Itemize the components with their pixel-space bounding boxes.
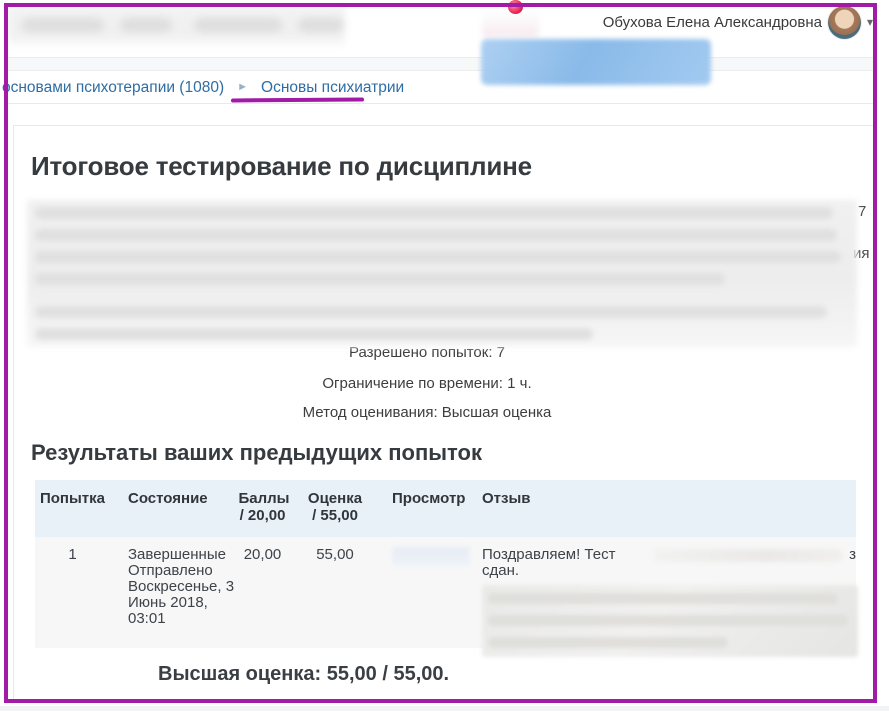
breadcrumb: основами психотерапии (1080) ► Основы псих… <box>2 79 404 97</box>
blurred-nav-menu[interactable] <box>8 5 345 45</box>
page-title: Итоговое тестирование по дисциплине <box>31 151 532 182</box>
sub-header-band <box>8 58 874 71</box>
results-heading: Результаты ваших предыдущих попыток <box>31 440 482 466</box>
blurred-review-link[interactable] <box>392 547 470 566</box>
description-fragment: 7 <box>858 203 866 220</box>
cell-feedback: Поздравляем! Тест сдан. з <box>470 537 856 648</box>
blurred-notifications-button[interactable] <box>482 9 539 37</box>
column-header-state: Состояние <box>110 480 235 537</box>
blurred-description <box>27 200 857 347</box>
feedback-text: Поздравляем! Тест сдан. <box>482 547 645 579</box>
attempts-table: Попытка Состояние Баллы / 20,00 Оценка /… <box>35 480 856 648</box>
quiz-info-grading-method: Метод оценивания: Высшая оценка <box>27 404 827 421</box>
blurred-feedback-block <box>482 585 858 657</box>
column-header-attempt: Попытка <box>35 480 110 537</box>
cell-attempt-number: 1 <box>35 537 110 648</box>
blurred-popup <box>481 39 711 85</box>
bottom-strip <box>0 706 889 711</box>
user-menu-name[interactable]: Обухова Елена Александровна <box>600 14 822 31</box>
cell-marks: 20,00 <box>235 537 290 648</box>
column-header-grade: Оценка / 55,00 <box>290 480 380 537</box>
blurred-feedback-inline <box>653 549 843 562</box>
column-header-marks: Баллы / 20,00 <box>235 480 290 537</box>
column-header-feedback: Отзыв <box>470 480 856 537</box>
breadcrumb-current[interactable]: Основы психиатрии <box>261 79 404 96</box>
page: Обухова Елена Александровна ▾ основами п… <box>0 0 889 711</box>
blurred-nav-item <box>22 18 104 32</box>
breadcrumb-link-course[interactable]: основами психотерапии (1080) <box>2 79 224 96</box>
blurred-nav-item <box>298 18 344 32</box>
highest-grade: Высшая оценка: 55,00 / 55,00. <box>158 663 449 686</box>
state-status: Завершенные <box>128 547 235 563</box>
annotation-underline <box>231 98 364 103</box>
notification-badge <box>508 0 523 14</box>
quiz-info-time-limit: Ограничение по времени: 1 ч. <box>27 375 827 392</box>
breadcrumb-divider <box>8 103 874 104</box>
state-submitted: Отправлено Воскресенье, 3 Июнь 2018, 03:… <box>128 563 235 627</box>
avatar[interactable] <box>828 6 861 39</box>
feedback-fragment: з <box>849 547 856 563</box>
cell-state: Завершенные Отправлено Воскресенье, 3 Ию… <box>110 537 235 648</box>
blurred-nav-item <box>120 18 172 32</box>
breadcrumb-separator-icon: ► <box>237 81 248 93</box>
chevron-down-icon[interactable]: ▾ <box>867 15 873 29</box>
cell-review <box>380 537 470 648</box>
blurred-nav-item <box>194 18 282 32</box>
column-header-review: Просмотр <box>380 480 470 537</box>
cell-grade: 55,00 <box>290 537 380 648</box>
